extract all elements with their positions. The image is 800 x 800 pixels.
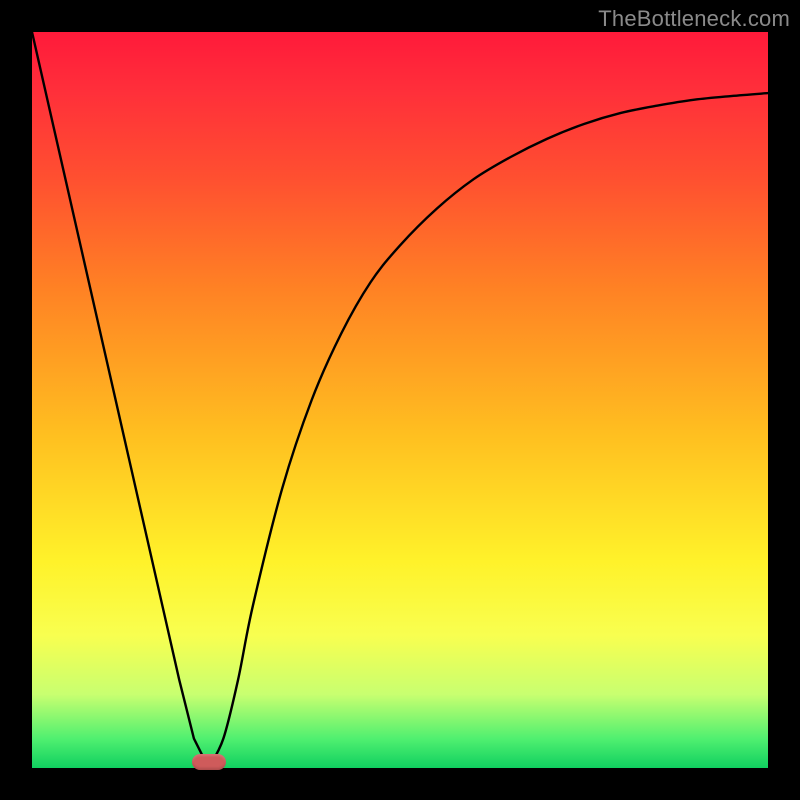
watermark-text: TheBottleneck.com <box>598 6 790 32</box>
chart-frame: TheBottleneck.com <box>0 0 800 800</box>
bottleneck-curve <box>32 32 768 768</box>
optimal-marker <box>192 754 226 770</box>
plot-area <box>32 32 768 768</box>
